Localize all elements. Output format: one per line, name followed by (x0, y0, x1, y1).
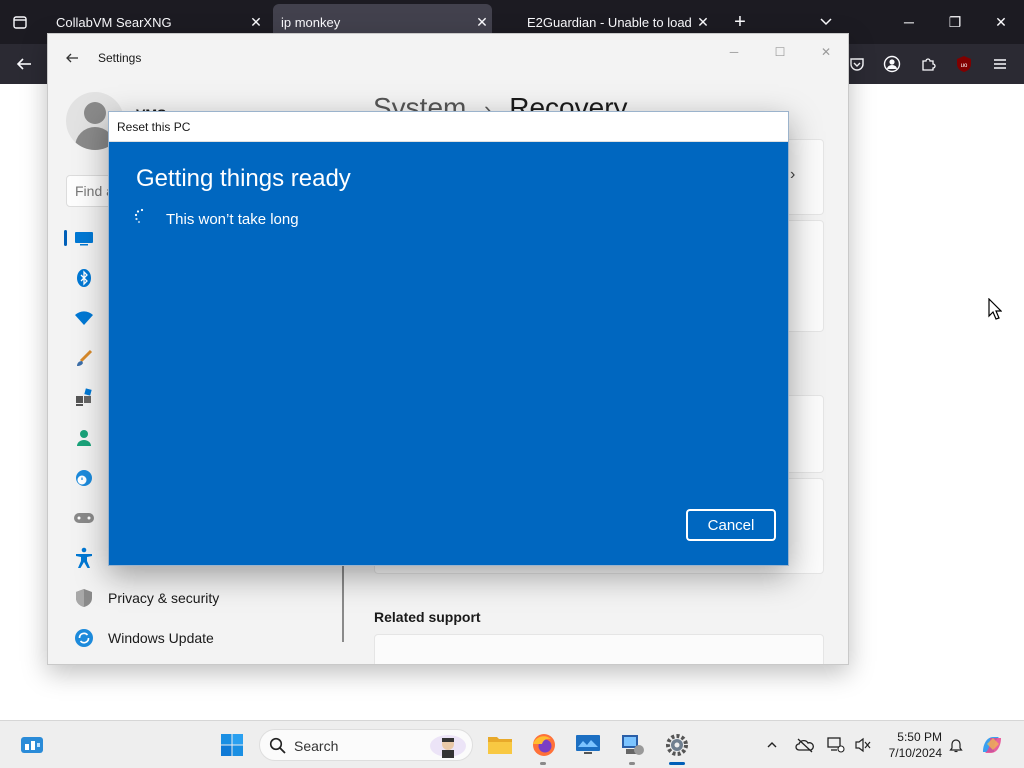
dialog-subtext: This won’t take long (166, 211, 299, 228)
scrollbar-thumb[interactable] (342, 566, 344, 642)
bluetooth-icon[interactable] (73, 267, 95, 289)
maximize-button[interactable]: ☐ (768, 42, 792, 62)
notification-bell-icon[interactable] (946, 735, 966, 755)
remote-desktop-icon[interactable] (574, 731, 602, 759)
update-icon[interactable] (73, 627, 95, 649)
taskbar: Search 5:50 PM 7/10/2024 (0, 720, 1024, 768)
accessibility-icon[interactable] (73, 547, 95, 569)
minimize-button[interactable]: ─ (722, 42, 746, 62)
sidebar-item-privacy-security[interactable]: Privacy & security (108, 590, 219, 606)
file-explorer-icon[interactable] (486, 731, 514, 759)
back-arrow-icon[interactable] (62, 48, 82, 68)
search-placeholder: Search (294, 738, 339, 754)
account-icon[interactable] (880, 52, 904, 76)
tab-close-icon[interactable]: ✕ (472, 14, 492, 31)
brush-icon[interactable] (73, 347, 95, 369)
tab-list-icon[interactable] (8, 10, 32, 34)
related-support-heading: Related support (374, 609, 481, 625)
tab-close-icon[interactable]: ✕ (693, 14, 713, 31)
chevron-right-icon[interactable]: › (790, 166, 795, 184)
minimize-button[interactable]: ─ (895, 8, 923, 36)
tab-title: E2Guardian - Unable to load web page (527, 14, 693, 30)
menu-icon[interactable] (988, 52, 1012, 76)
avatar-head (84, 102, 106, 124)
close-window-button[interactable]: ✕ (987, 8, 1015, 36)
ublock-icon[interactable]: uo (952, 52, 976, 76)
running-indicator (540, 762, 546, 765)
new-tab-button[interactable]: + (728, 10, 752, 34)
active-app-indicator (669, 762, 685, 765)
reset-pc-dialog: Reset this PC Getting things ready This … (108, 111, 789, 566)
nav-selection-indicator (64, 230, 67, 246)
dialog-titlebar: Reset this PC (109, 112, 788, 142)
wifi-icon[interactable] (73, 307, 95, 329)
search-icon (269, 737, 286, 754)
tab-title: CollabVM SearXNG (56, 14, 172, 30)
shield-icon[interactable] (73, 587, 95, 609)
taskbar-clock[interactable]: 5:50 PM 7/10/2024 (880, 729, 942, 761)
extensions-icon[interactable] (916, 52, 940, 76)
cancel-button[interactable]: Cancel (686, 509, 776, 541)
taskbar-search-input[interactable]: Search (259, 729, 473, 761)
firefox-icon[interactable] (530, 731, 558, 759)
dialog-heading: Getting things ready (136, 165, 351, 192)
mouse-cursor-icon (988, 297, 1003, 320)
back-arrow-icon[interactable] (12, 52, 36, 76)
close-button[interactable]: ✕ (814, 42, 838, 62)
globe-clock-icon[interactable] (73, 467, 95, 489)
apps-icon[interactable] (73, 387, 95, 409)
running-indicator (629, 762, 635, 765)
widgets-icon[interactable] (18, 731, 46, 759)
clock-date: 7/10/2024 (888, 746, 942, 760)
network-icon[interactable] (826, 735, 846, 755)
restore-button[interactable]: ❐ (941, 8, 969, 36)
monitor-icon[interactable] (73, 227, 95, 249)
person-icon[interactable] (73, 427, 95, 449)
gamepad-icon[interactable] (73, 507, 95, 529)
copilot-icon[interactable] (978, 731, 1006, 759)
tab-title: ip monkey (281, 14, 341, 30)
volume-muted-icon[interactable] (853, 735, 873, 755)
chevron-down-icon[interactable] (814, 10, 838, 34)
sidebar-item-windows-update[interactable]: Windows Update (108, 630, 214, 646)
related-support-card[interactable] (374, 634, 824, 664)
window-title: Settings (98, 51, 142, 65)
tab-close-icon[interactable]: ✕ (246, 14, 266, 31)
onedrive-off-icon[interactable] (795, 735, 815, 755)
dialog-title: Reset this PC (117, 120, 191, 134)
loading-spinner-icon (134, 208, 150, 224)
settings-gear-icon[interactable] (663, 731, 691, 759)
svg-text:uo: uo (961, 63, 968, 69)
search-highlight-icon (430, 735, 466, 758)
start-windows-icon[interactable] (218, 731, 246, 759)
chevron-up-icon[interactable] (762, 735, 782, 755)
clock-time: 5:50 PM (897, 730, 942, 744)
device-manager-icon[interactable] (619, 731, 647, 759)
